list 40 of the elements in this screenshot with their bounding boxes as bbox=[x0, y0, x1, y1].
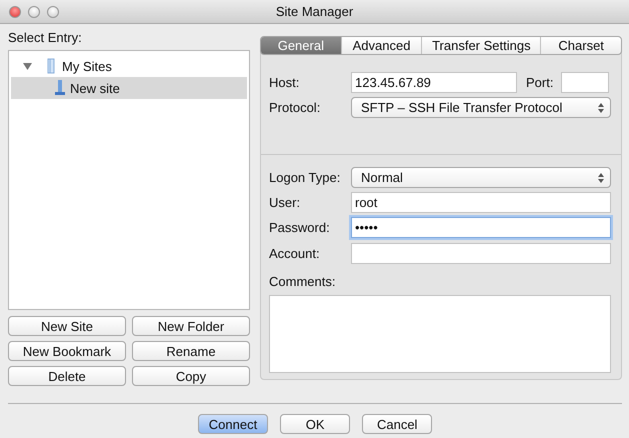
account-field[interactable] bbox=[351, 243, 611, 264]
host-field[interactable]: 123.45.67.89 bbox=[351, 72, 517, 93]
tree-item[interactable]: New site bbox=[11, 77, 247, 99]
dialog-button[interactable]: Connect bbox=[198, 414, 268, 434]
tab[interactable]: Advanced bbox=[340, 37, 422, 54]
entry-button[interactable]: New Folder bbox=[132, 316, 250, 336]
port-label: Port: bbox=[526, 75, 554, 90]
dialog-button[interactable]: OK bbox=[280, 414, 350, 434]
tab[interactable]: General bbox=[261, 37, 341, 54]
port-field[interactable] bbox=[561, 72, 610, 93]
dropdown-arrows-icon bbox=[598, 172, 604, 182]
folder-icon bbox=[45, 58, 57, 74]
dialog-button[interactable]: Cancel bbox=[362, 414, 432, 434]
dropdown-arrows-icon bbox=[598, 102, 604, 112]
minimize-icon[interactable] bbox=[28, 6, 40, 18]
server-icon bbox=[55, 80, 65, 96]
entry-button[interactable]: Copy bbox=[132, 366, 250, 386]
comments-label: Comments: bbox=[269, 274, 336, 289]
protocol-label: Protocol: bbox=[269, 100, 322, 115]
close-icon[interactable] bbox=[9, 6, 21, 18]
entry-button[interactable]: Rename bbox=[132, 341, 250, 361]
entry-button[interactable]: New Site bbox=[8, 316, 126, 336]
tree-item[interactable]: My Sites bbox=[11, 55, 247, 77]
password-label: Password: bbox=[269, 220, 331, 235]
host-label: Host: bbox=[269, 75, 300, 90]
protocol-dropdown[interactable]: SFTP – SSH File Transfer Protocol bbox=[351, 97, 611, 118]
account-label: Account: bbox=[269, 246, 321, 261]
zoom-icon[interactable] bbox=[47, 6, 59, 18]
select-entry-label: Select Entry: bbox=[8, 30, 83, 45]
entry-button[interactable]: New Bookmark bbox=[8, 341, 126, 361]
tab[interactable]: Transfer Settings bbox=[421, 37, 540, 54]
entry-button[interactable]: Delete bbox=[8, 366, 126, 386]
password-field[interactable]: ••••• bbox=[351, 217, 611, 238]
user-field[interactable]: root bbox=[351, 192, 611, 213]
comments-field[interactable] bbox=[269, 295, 611, 373]
logon-type-dropdown[interactable]: Normal bbox=[351, 167, 611, 188]
window-title: Site Manager bbox=[276, 4, 354, 19]
user-label: User: bbox=[269, 195, 302, 210]
disclosure-triangle-icon[interactable] bbox=[23, 62, 32, 70]
logon-type-label: Logon Type: bbox=[269, 170, 342, 185]
